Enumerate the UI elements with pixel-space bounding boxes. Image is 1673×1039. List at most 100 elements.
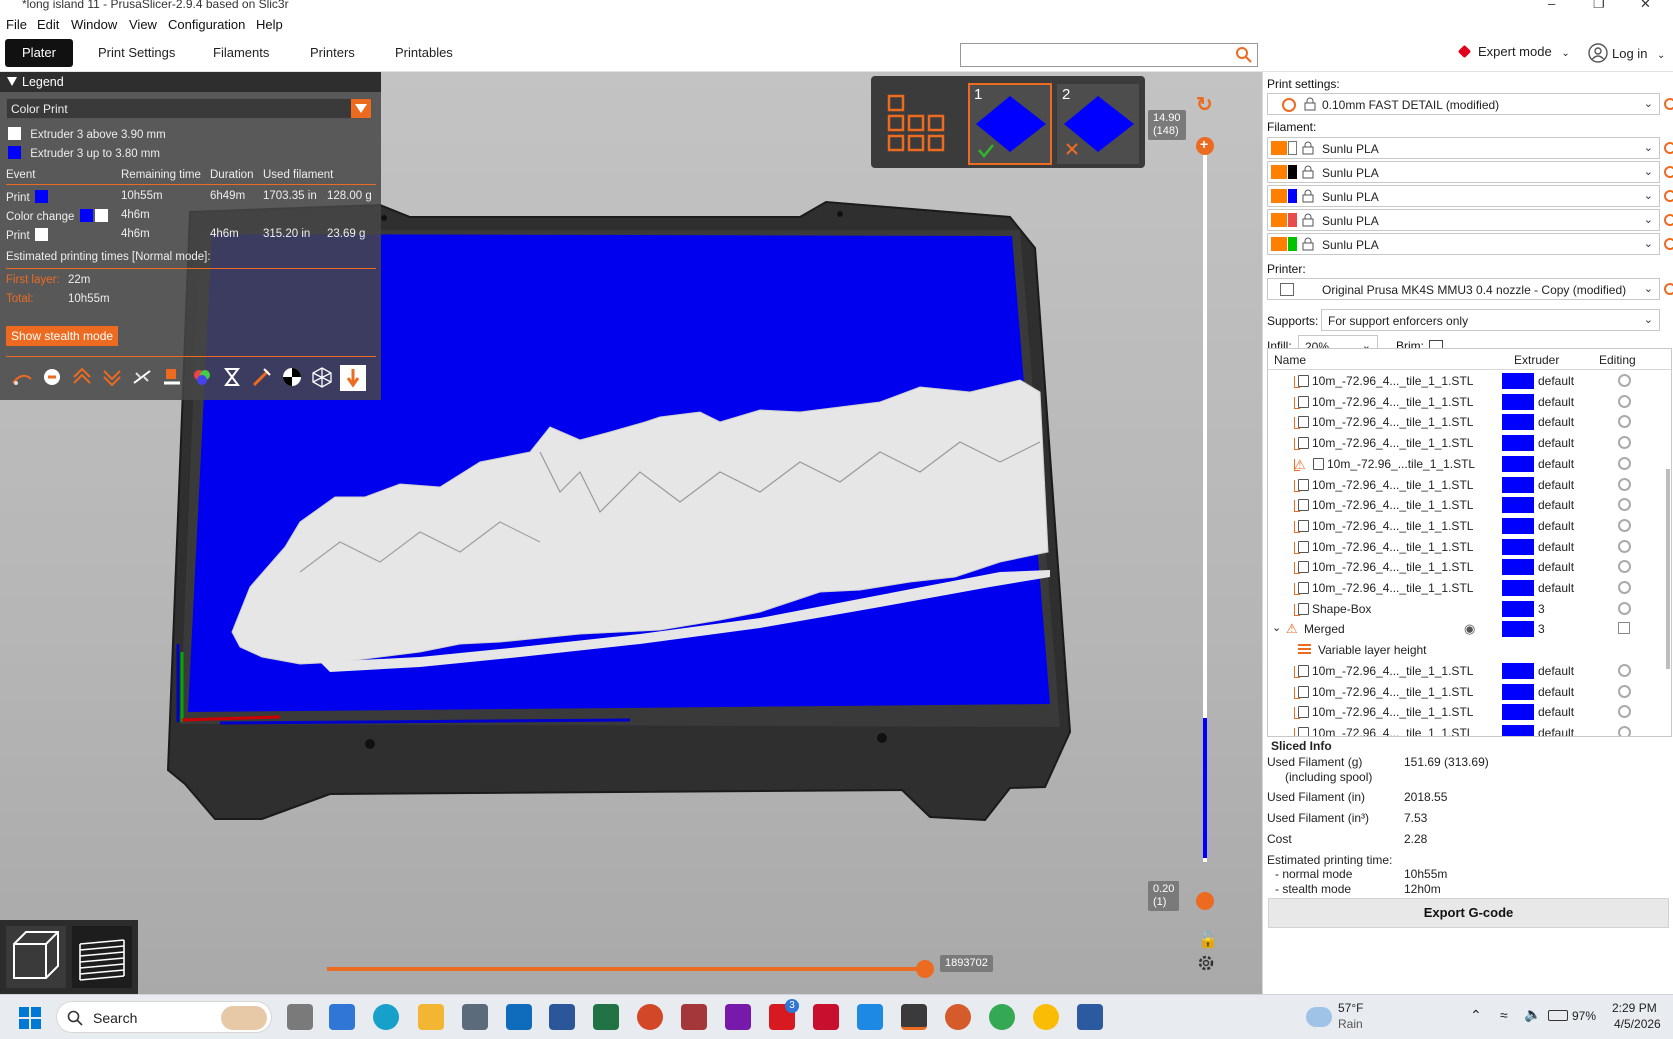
edit-gear-icon[interactable] — [1618, 498, 1631, 512]
task-view-icon[interactable] — [287, 1004, 313, 1030]
travel-icon[interactable] — [10, 365, 36, 391]
seams-icon[interactable] — [130, 365, 156, 391]
menu-help[interactable]: Help — [256, 17, 283, 32]
tab-plater[interactable]: Plater — [5, 39, 73, 67]
edit-gear-icon[interactable] — [1618, 601, 1631, 615]
volume-icon[interactable]: 🔈 — [1524, 1006, 1541, 1023]
gear-icon[interactable] — [1664, 190, 1673, 202]
edit-gear-icon[interactable] — [1618, 560, 1631, 574]
settings-gear-icon[interactable] — [1197, 954, 1215, 972]
edit-gear-icon[interactable] — [1618, 725, 1631, 736]
excel-icon[interactable] — [593, 1004, 619, 1030]
supports-combo[interactable]: For support enforcers only ⌄ — [1321, 309, 1660, 331]
filament-combo-3[interactable]: Sunlu PLA ⌄ — [1267, 185, 1660, 207]
col-editing-header[interactable]: Editing — [1599, 353, 1636, 367]
windows-start-icon[interactable] — [18, 1006, 42, 1030]
login-button[interactable]: Log in ⌄ — [1588, 43, 1665, 63]
pause-prints-icon[interactable] — [220, 365, 246, 391]
object-row[interactable]: 10m_-72.96_4..._tile_1_1.STL default — [1268, 370, 1671, 392]
snipping-tool-icon[interactable] — [462, 1004, 488, 1030]
object-row[interactable]: 10m_-72.96_4..._tile_1_1.STL default — [1268, 577, 1671, 599]
powerpoint-icon[interactable] — [637, 1004, 663, 1030]
deretractions-icon[interactable] — [100, 365, 126, 391]
3d-viewport[interactable]: Legend Color Print Extruder 3 above 3.90… — [0, 72, 1262, 994]
object-row[interactable]: 10m_-72.96_4..._tile_1_1.STL default — [1268, 660, 1671, 682]
edit-gear-icon[interactable] — [1618, 436, 1631, 450]
gear-icon[interactable] — [1664, 214, 1673, 226]
export-gcode-button[interactable]: Export G-code — [1268, 898, 1669, 928]
edit-gear-icon[interactable] — [1618, 456, 1631, 470]
gear-icon[interactable] — [1664, 98, 1673, 110]
edit-gear-icon[interactable] — [1618, 374, 1631, 387]
chevron-up-icon[interactable]: ⌃ — [1470, 1007, 1482, 1024]
object-row[interactable]: 10m_-72.96_4..._tile_1_1.STL default — [1268, 722, 1671, 736]
access-icon[interactable] — [681, 1004, 707, 1030]
show-stealth-mode-button[interactable]: Show stealth mode — [6, 326, 119, 346]
minimize-button[interactable]: – — [1548, 0, 1555, 11]
clock-time[interactable]: 2:29 PM — [1612, 1001, 1657, 1015]
view-type-combo[interactable]: Color Print — [6, 98, 372, 119]
object-row[interactable]: Shape-Box 3 — [1268, 598, 1671, 620]
chrome-icon[interactable] — [989, 1004, 1015, 1030]
clock-date[interactable]: 4/5/2026 — [1614, 1017, 1661, 1031]
edit-gear-icon[interactable] — [1618, 394, 1631, 408]
object-1-number[interactable]: 1 — [974, 86, 982, 103]
object-row[interactable]: 10m_-72.96_4..._tile_1_1.STL default — [1268, 681, 1671, 703]
object-row[interactable]: 10m_-72.96_4..._tile_1_1.STL default — [1268, 391, 1671, 413]
tool-changes-icon[interactable] — [160, 365, 186, 391]
center-of-gravity-icon[interactable] — [280, 365, 306, 391]
edit-gear-icon[interactable] — [1618, 663, 1631, 677]
file-explorer-icon[interactable] — [418, 1004, 444, 1030]
tab-printers[interactable]: Printers — [298, 39, 367, 67]
mode-selector[interactable]: Expert mode ⌄ — [1457, 44, 1570, 59]
app-icon[interactable] — [945, 1004, 971, 1030]
menu-window[interactable]: Window — [71, 17, 117, 32]
edit-object-icon[interactable] — [1618, 622, 1630, 635]
edit-gear-icon[interactable] — [1618, 539, 1631, 553]
prusaslicer-icon[interactable] — [901, 1004, 927, 1030]
lock-icon[interactable]: 🔓 — [1198, 930, 1218, 950]
edit-gear-icon[interactable] — [1618, 705, 1631, 719]
retractions-icon[interactable] — [70, 365, 96, 391]
printer-profile-combo[interactable]: Original Prusa MK4S MMU3 0.4 nozzle - Co… — [1267, 278, 1660, 300]
edit-gear-icon[interactable] — [1618, 518, 1631, 532]
upper-thumb[interactable]: + — [1196, 136, 1214, 155]
object-2-number[interactable]: 2 — [1062, 86, 1070, 103]
object-row[interactable]: 10m_-72.96_4..._tile_1_1.STL default — [1268, 411, 1671, 433]
maximize-button[interactable]: ❐ — [1593, 0, 1605, 12]
eye-icon[interactable]: ◉ — [1464, 621, 1475, 637]
col-extruder-header[interactable]: Extruder — [1514, 353, 1559, 367]
edit-gear-icon[interactable] — [1618, 684, 1631, 698]
merged-object-row[interactable]: ⌄ ⚠ Merged ◉ 3 — [1268, 618, 1671, 640]
custom-gcodes-icon[interactable] — [250, 365, 276, 391]
object-row[interactable]: 10m_-72.96_4..._tile_1_1.STL default — [1268, 515, 1671, 537]
menu-edit[interactable]: Edit — [37, 17, 59, 32]
object-row[interactable]: ⚠ 10m_-72.96_...tile_1_1.STL default — [1268, 453, 1671, 475]
filament-combo-1[interactable]: Sunlu PLA ⌄ — [1267, 137, 1660, 159]
tab-filaments[interactable]: Filaments — [201, 39, 281, 67]
app-icon[interactable] — [1077, 1004, 1103, 1030]
print-profile-combo[interactable]: 0.10mm FAST DETAIL (modified) ⌄ — [1267, 93, 1660, 115]
filament-combo-5[interactable]: Sunlu PLA ⌄ — [1267, 233, 1660, 255]
legend-header[interactable]: Legend — [0, 72, 381, 92]
app-icon[interactable] — [857, 1004, 883, 1030]
edit-gear-icon[interactable] — [1618, 477, 1631, 491]
wipe-icon[interactable] — [40, 365, 66, 391]
shells-icon[interactable] — [310, 365, 336, 391]
close-button[interactable]: ✕ — [1640, 0, 1651, 12]
gear-icon[interactable] — [1664, 142, 1673, 154]
store-icon[interactable] — [329, 1004, 355, 1030]
layer-slider[interactable] — [1190, 128, 1220, 868]
onenote-icon[interactable] — [725, 1004, 751, 1030]
object-row[interactable]: 10m_-72.96_4..._tile_1_1.STL default — [1268, 432, 1671, 454]
gear-icon[interactable] — [1664, 238, 1673, 250]
taskbar-search[interactable]: Search — [56, 1001, 272, 1033]
edge-icon[interactable] — [373, 1004, 399, 1030]
gear-icon[interactable] — [1664, 166, 1673, 178]
tool-marker-icon[interactable] — [340, 365, 366, 391]
outlook-icon[interactable] — [506, 1004, 532, 1030]
move-thumb[interactable] — [916, 960, 934, 978]
filament-combo-4[interactable]: Sunlu PLA ⌄ — [1267, 209, 1660, 231]
object-row[interactable]: 10m_-72.96_4..._tile_1_1.STL default — [1268, 494, 1671, 516]
menu-file[interactable]: File — [6, 17, 27, 32]
